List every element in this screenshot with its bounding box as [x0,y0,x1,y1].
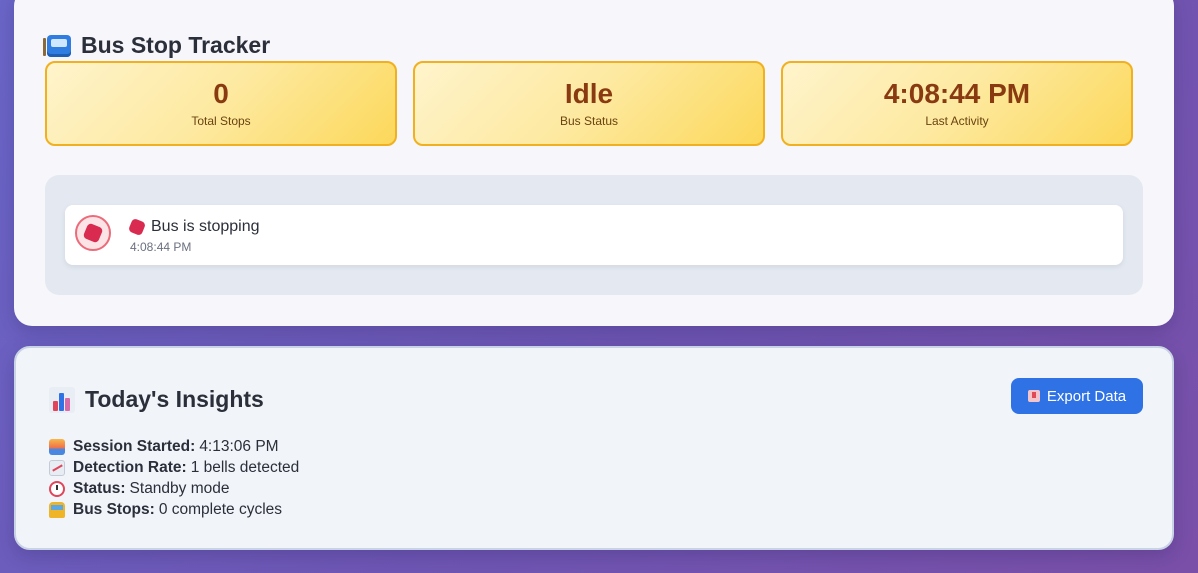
export-data-label: Export Data [1046,387,1127,405]
stat-label: Bus Status [559,114,619,128]
stat-value: 4:08:44 PM [883,78,1031,109]
tracker-header: Bus Stop Tracker [43,32,271,59]
insights-header: Today's Insights [49,386,264,413]
page-title: Bus Stop Tracker [81,32,271,58]
stat-last-activity: 4:08:44 PM Last Activity [781,61,1133,146]
bus-icon [49,501,65,518]
insight-session-started: Session Started: 4:13:06 PM [49,436,299,457]
stats-row: 0 Total Stops Idle Bus Status 4:08:44 PM… [45,61,1133,146]
insight-label: Detection Rate: [73,458,187,476]
insight-value: 0 complete cycles [158,500,283,518]
trend-chart-icon [49,459,65,476]
stat-value: Idle [564,78,614,109]
log-entry-time: 4:08:44 PM [130,240,192,254]
insight-label: Bus Stops: [73,500,155,518]
insight-label: Session Started: [73,437,196,455]
stop-sign-icon [127,217,147,237]
insight-value: 1 bells detected [190,458,300,476]
stop-badge-icon [75,215,111,251]
export-icon [1027,390,1040,402]
insight-detection-rate: Detection Rate: 1 bells detected [49,457,299,478]
log-entry: Bus is stopping 4:08:44 PM [65,205,1123,265]
insights-card: Today's Insights Export Data Session Sta… [14,346,1174,550]
log-entry-title: Bus is stopping [151,218,260,235]
export-data-button[interactable]: Export Data [1011,378,1143,414]
activity-log: Bus is stopping 4:08:44 PM [45,175,1143,295]
sunrise-icon [49,438,65,455]
insight-status: Status: Standby mode [49,478,299,499]
insight-value: Standby mode [129,479,230,497]
alarm-clock-icon [49,480,65,497]
insight-value: 4:13:06 PM [199,437,279,455]
insights-title: Today's Insights [85,386,264,412]
tracker-card: Bus Stop Tracker 0 Total Stops Idle Bus … [14,0,1174,326]
stat-label: Total Stops [191,114,251,128]
bus-stop-icon [43,34,71,57]
insights-list: Session Started: 4:13:06 PM Detection Ra… [49,436,299,520]
stat-bus-status: Idle Bus Status [413,61,765,146]
log-entry-title-row: Bus is stopping [127,217,260,237]
stat-value: 0 [213,78,229,109]
insight-bus-stops: Bus Stops: 0 complete cycles [49,499,299,520]
stat-total-stops: 0 Total Stops [45,61,397,146]
log-entry-text: Bus is stopping 4:08:44 PM [127,217,260,254]
insight-label: Status: [73,479,126,497]
stat-label: Last Activity [925,114,989,128]
bar-chart-icon [49,386,75,413]
